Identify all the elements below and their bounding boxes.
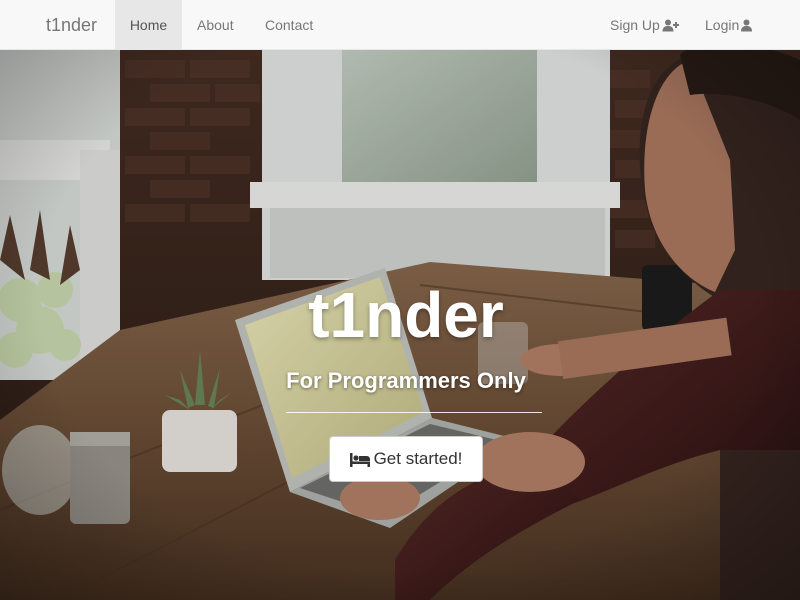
hero-divider: [286, 412, 542, 413]
hero-section: t1nder Home About Contact Sign Up Login …: [0, 0, 800, 600]
nav-signup-label: Sign Up: [610, 17, 660, 33]
nav-login-label: Login: [705, 17, 740, 33]
brand-logo-link[interactable]: t1nder: [46, 0, 97, 50]
nav-home-link[interactable]: Home: [115, 0, 182, 50]
hero-title: t1nder: [308, 279, 504, 351]
nav-about-link[interactable]: About: [197, 0, 234, 50]
nav-signup-link[interactable]: Sign Up: [610, 0, 679, 50]
navbar: t1nder Home About Contact Sign Up Login: [0, 0, 800, 50]
get-started-label: Get started!: [373, 449, 463, 468]
user-plus-icon: [662, 19, 679, 32]
get-started-button[interactable]: Get started!: [329, 436, 483, 482]
user-icon: [741, 19, 753, 32]
hero-subtitle: For Programmers Only: [286, 368, 526, 393]
nav-login-link[interactable]: Login: [705, 0, 753, 50]
nav-contact-link[interactable]: Contact: [265, 0, 313, 50]
bed-icon: [349, 453, 370, 467]
